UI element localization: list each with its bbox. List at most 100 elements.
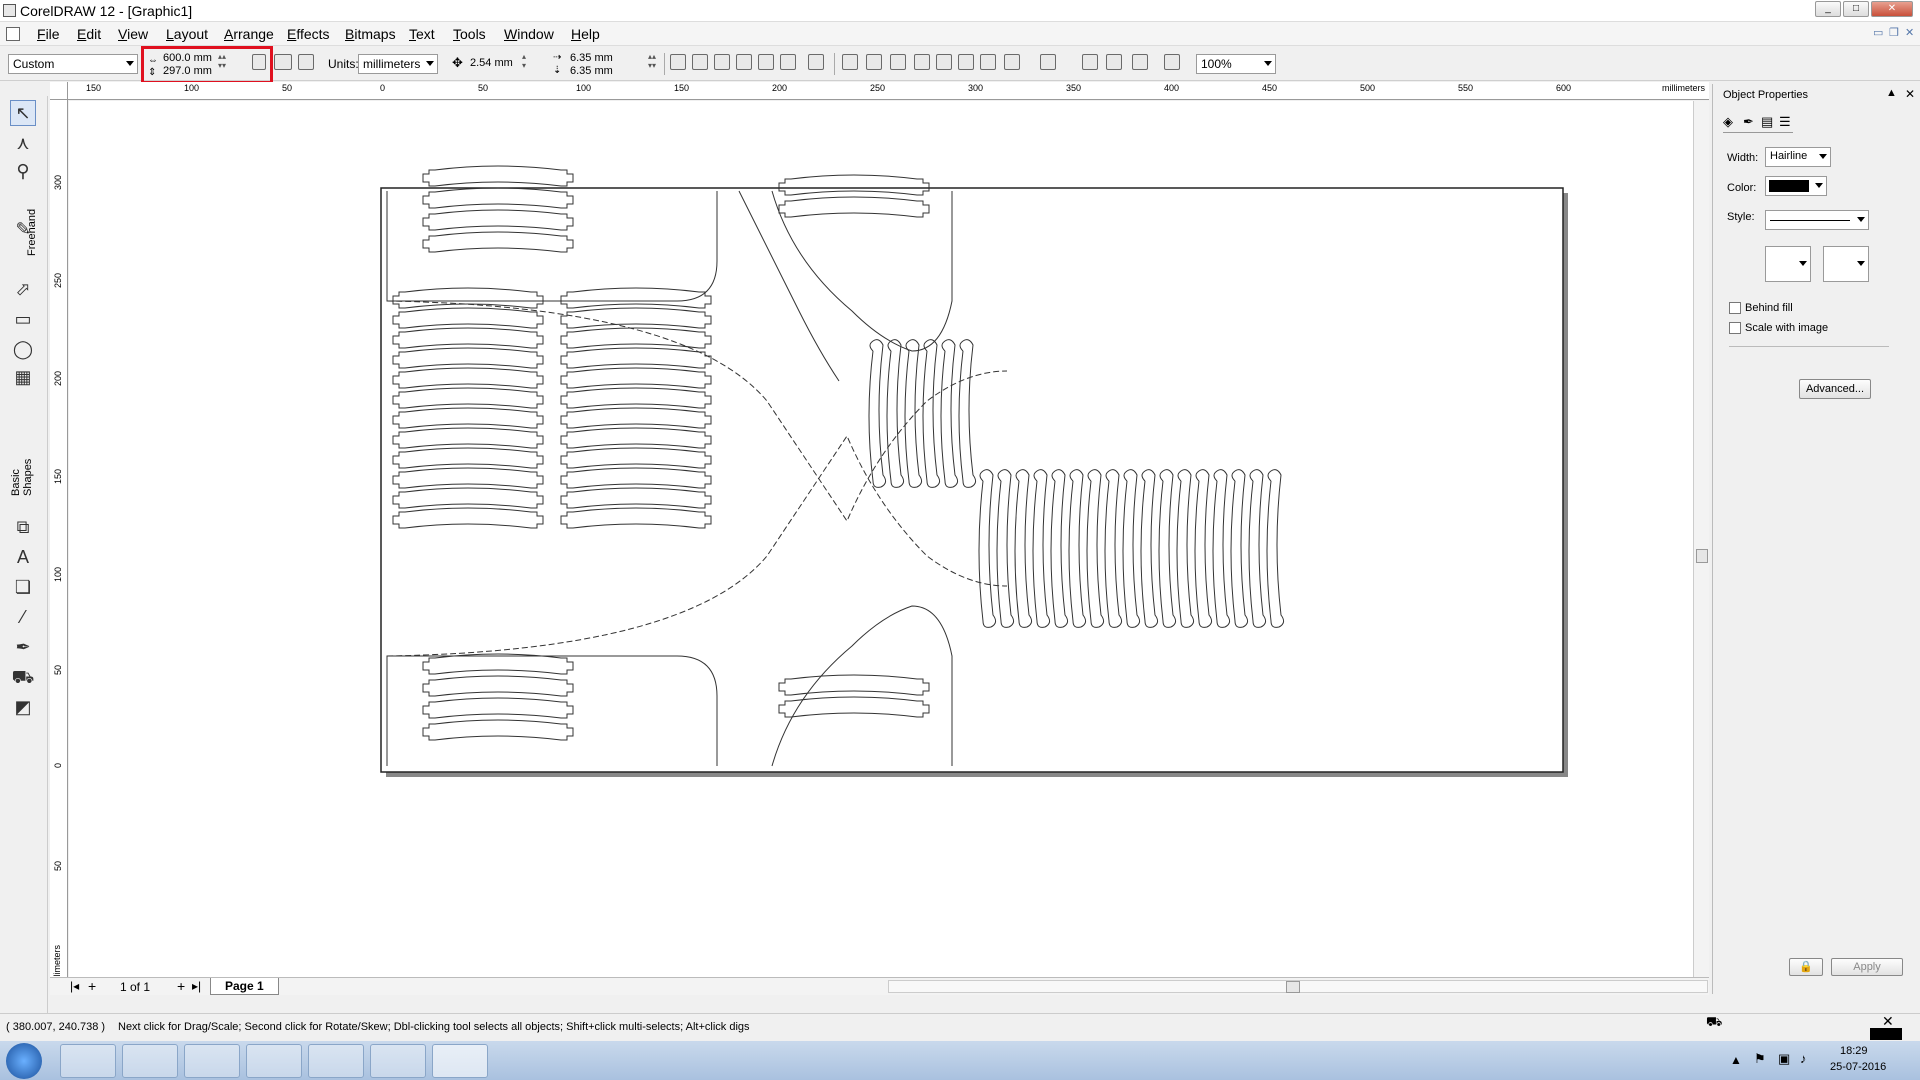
outline-width-select[interactable]: Hairline <box>1765 147 1831 167</box>
vertical-scrollbar[interactable] <box>1693 101 1709 977</box>
redo-icon[interactable] <box>1040 54 1056 70</box>
clock-date[interactable]: 25-07-2016 <box>1830 1061 1886 1073</box>
paste-icon[interactable] <box>980 54 996 70</box>
vertical-ruler[interactable]: millimeters 300 250 200 150 100 50 0 50 <box>50 100 68 992</box>
snap-grid-icon[interactable] <box>670 54 686 70</box>
smart-fill-icon[interactable]: ⬀ <box>10 276 36 302</box>
cut-icon[interactable] <box>936 54 952 70</box>
nudge-spinner[interactable]: ▴ ▾ <box>522 52 526 70</box>
ruler-corner[interactable] <box>50 82 68 100</box>
add-page-after-button[interactable]: + <box>177 978 185 994</box>
shape-tool-icon[interactable]: ⋏ <box>10 130 36 156</box>
interactive-transparency-icon[interactable]: ❏ <box>10 574 36 600</box>
tab-page-1[interactable]: Page 1 <box>210 978 279 995</box>
menu-view[interactable]: View <box>118 26 148 42</box>
network-icon[interactable]: ▣ <box>1778 1051 1790 1067</box>
menu-file[interactable]: File <box>37 26 60 42</box>
text-tool-icon[interactable]: A <box>10 544 36 570</box>
coreldraw-taskbar-icon[interactable] <box>432 1044 488 1078</box>
close-button[interactable]: ✕ <box>1871 1 1913 17</box>
duplicate-y-field[interactable]: 6.35 mm <box>570 65 613 77</box>
behind-fill-checkbox[interactable] <box>1729 302 1741 314</box>
menu-arrange[interactable]: Arrange <box>224 26 274 42</box>
detail-tab-icon[interactable]: ☰ <box>1779 114 1791 130</box>
import-icon[interactable] <box>1082 54 1098 70</box>
rectangle-tool-icon[interactable]: ▭ <box>10 306 36 332</box>
fill-indicator-icon[interactable]: ⛟ <box>1706 1014 1722 1032</box>
interactive-blend-icon[interactable]: ⧉ <box>10 514 36 540</box>
duplicate-spinner[interactable]: ▴▴ ▾▾ <box>648 52 656 70</box>
tray-expand-icon[interactable]: ▲ <box>1730 1053 1742 1067</box>
first-page-button[interactable]: |◂ <box>70 979 79 993</box>
doc-restore-icon[interactable]: ❐ <box>1889 26 1899 39</box>
apply-button[interactable]: Apply <box>1831 958 1903 976</box>
graph-paper-tool-icon[interactable]: ▦ <box>10 364 36 390</box>
pick-tool-icon[interactable]: ↖ <box>10 100 36 126</box>
fill-tab-icon[interactable]: ◈ <box>1723 114 1733 130</box>
media-player-icon[interactable] <box>184 1044 240 1078</box>
docker-collapse-icon[interactable]: ▲ <box>1886 87 1897 99</box>
copy-icon[interactable] <box>958 54 974 70</box>
vertical-scroll-thumb[interactable] <box>1696 549 1708 563</box>
horizontal-scroll-thumb[interactable] <box>1286 981 1300 993</box>
corel-online-icon[interactable] <box>1164 54 1180 70</box>
internet-explorer-icon[interactable] <box>60 1044 116 1078</box>
open-icon[interactable] <box>866 54 882 70</box>
end-arrow-select[interactable] <box>1823 246 1869 282</box>
paper-preset-select[interactable]: Custom <box>8 54 138 74</box>
menu-bitmaps[interactable]: Bitmaps <box>345 26 396 42</box>
ellipse-tool-icon[interactable]: ◯ <box>10 336 36 362</box>
options-icon[interactable] <box>808 54 824 70</box>
application-launcher-icon[interactable] <box>1132 54 1148 70</box>
add-page-before-button[interactable]: + <box>88 978 96 994</box>
zoom-select[interactable]: 100% <box>1196 54 1276 74</box>
menu-edit[interactable]: Edit <box>77 26 101 42</box>
outline-tool-icon[interactable]: ✒ <box>10 634 36 660</box>
general-tab-icon[interactable]: ▤ <box>1761 114 1773 130</box>
undo-icon[interactable] <box>1004 54 1020 70</box>
eyedropper-tool-icon[interactable]: ⁄ <box>10 604 36 630</box>
lock-button[interactable]: 🔒 <box>1789 958 1823 976</box>
menu-effects[interactable]: Effects <box>287 26 330 42</box>
start-button[interactable] <box>6 1043 42 1079</box>
units-select[interactable]: millimeters <box>358 54 438 74</box>
outline-tab-icon[interactable]: ✒ <box>1743 114 1754 130</box>
all-pages-icon[interactable] <box>298 54 314 70</box>
save-icon[interactable] <box>890 54 906 70</box>
menu-text[interactable]: Text <box>409 26 435 42</box>
docker-close-icon[interactable]: ✕ <box>1905 87 1915 101</box>
maximize-button[interactable]: □ <box>1843 1 1869 17</box>
inkscape-icon[interactable] <box>308 1044 364 1078</box>
outline-style-select[interactable] <box>1765 210 1869 230</box>
menu-layout[interactable]: Layout <box>166 26 208 42</box>
document-icon[interactable] <box>6 27 20 41</box>
landscape-icon[interactable] <box>274 54 292 70</box>
clock-time[interactable]: 18:29 <box>1840 1045 1868 1057</box>
portrait-icon[interactable] <box>252 54 266 70</box>
fill-tool-icon[interactable]: ⛟ <box>10 664 36 690</box>
last-page-button[interactable]: ▸| <box>192 979 201 993</box>
doc-minimize-icon[interactable]: ▭ <box>1873 26 1883 39</box>
scale-with-image-checkbox[interactable] <box>1729 322 1741 334</box>
chrome-icon[interactable] <box>246 1044 302 1078</box>
snap-objects-icon[interactable] <box>714 54 730 70</box>
drawing-canvas[interactable] <box>69 101 1693 977</box>
export-icon[interactable] <box>1106 54 1122 70</box>
volume-icon[interactable]: ♪ <box>1800 1051 1807 1066</box>
print-icon[interactable] <box>914 54 930 70</box>
paint-icon[interactable] <box>370 1044 426 1078</box>
start-arrow-select[interactable] <box>1765 246 1811 282</box>
menu-help[interactable]: Help <box>571 26 600 42</box>
treat-as-filled-icon[interactable] <box>758 54 774 70</box>
file-explorer-icon[interactable] <box>122 1044 178 1078</box>
flag-icon[interactable]: ⚑ <box>1754 1051 1766 1067</box>
outline-color-picker[interactable] <box>1765 176 1827 196</box>
menu-window[interactable]: Window <box>504 26 554 42</box>
advanced-button[interactable]: Advanced... <box>1799 379 1871 399</box>
zoom-tool-icon[interactable]: ⚲ <box>10 158 36 184</box>
draw-fill-icon[interactable] <box>780 54 796 70</box>
horizontal-ruler[interactable]: millimeters 150 100 50 0 50 100 150 200 250 300 35… <box>68 82 1709 100</box>
minimize-button[interactable]: _ <box>1815 1 1841 17</box>
doc-close-icon[interactable]: ✕ <box>1905 26 1914 39</box>
nudge-field[interactable]: 2.54 mm <box>470 57 513 69</box>
